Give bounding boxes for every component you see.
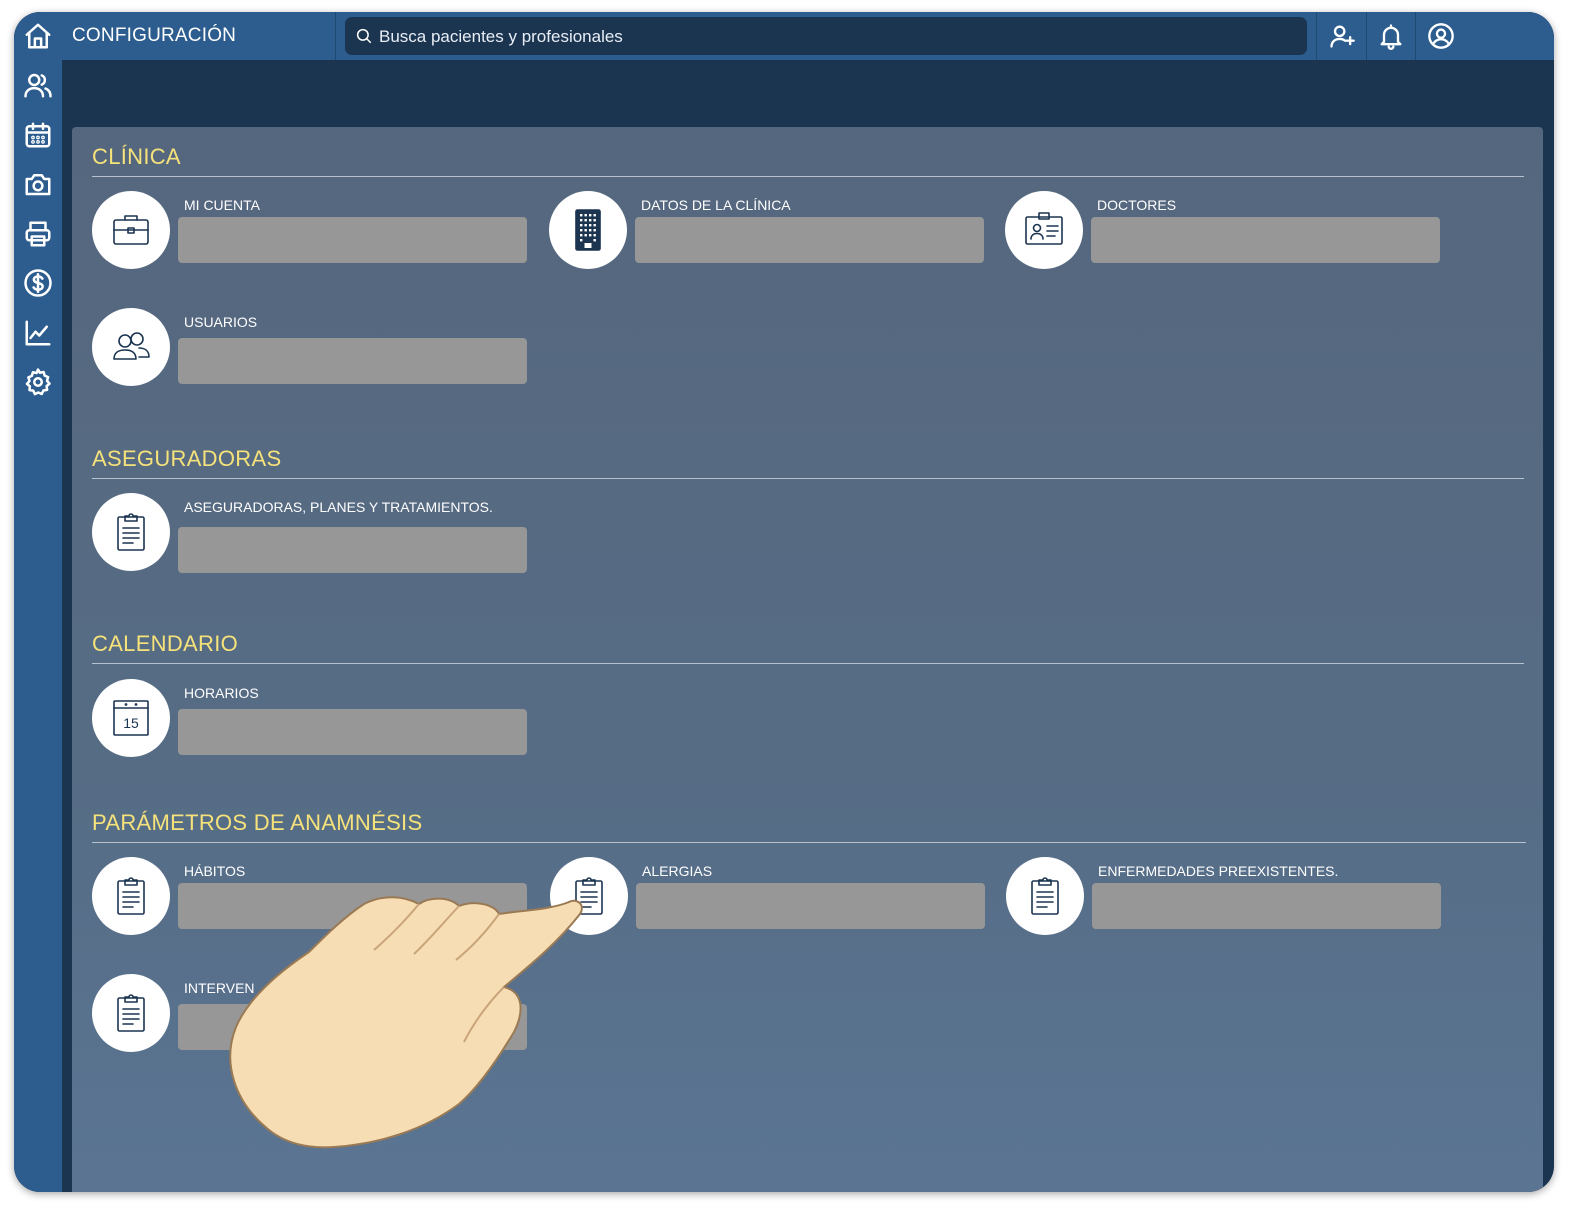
placeholder-bar bbox=[636, 883, 985, 929]
add-user-icon[interactable] bbox=[1318, 12, 1366, 60]
search-input[interactable] bbox=[377, 17, 1281, 57]
search-icon bbox=[356, 28, 372, 44]
mi-cuenta-item[interactable]: MI CUENTA bbox=[92, 191, 532, 271]
item-label: HÁBITOS bbox=[184, 863, 246, 879]
item-label: ALERGIAS bbox=[642, 863, 713, 879]
item-label: DOCTORES bbox=[1097, 197, 1177, 213]
settings-panel: CLÍNICA MI CUENTA DATOS DE LA CLÍNICA DO… bbox=[72, 127, 1543, 1192]
clipboard-icon bbox=[1006, 857, 1084, 935]
clipboard-icon bbox=[92, 974, 170, 1052]
clipboard-icon bbox=[92, 493, 170, 571]
item-label: HORARIOS bbox=[184, 685, 259, 701]
placeholder-bar bbox=[1092, 883, 1441, 929]
id-card-icon bbox=[1005, 191, 1083, 269]
home-icon[interactable] bbox=[20, 18, 56, 54]
placeholder-bar bbox=[178, 1004, 527, 1050]
clipboard-icon bbox=[92, 857, 170, 935]
section-title-clinica: CLÍNICA bbox=[92, 144, 181, 169]
placeholder-bar bbox=[178, 709, 527, 755]
calendar-15-icon: 15 bbox=[92, 679, 170, 757]
item-label: ENFERMEDADES PREEXISTENTES. bbox=[1098, 863, 1339, 879]
printer-icon[interactable] bbox=[20, 216, 56, 252]
section-title-anamnesis: PARÁMETROS DE ANAMNÉSIS bbox=[92, 810, 423, 835]
divider bbox=[92, 176, 1524, 177]
calendar-day-number: 15 bbox=[123, 715, 139, 731]
calendar-icon[interactable] bbox=[20, 117, 56, 153]
sidebar bbox=[14, 12, 62, 1192]
briefcase-icon bbox=[92, 191, 170, 269]
divider bbox=[92, 663, 1524, 664]
placeholder-bar bbox=[178, 883, 527, 929]
alergias-item[interactable]: ALERGIAS bbox=[550, 857, 990, 937]
item-label: INTERVEN bbox=[184, 980, 255, 996]
bell-icon[interactable] bbox=[1367, 12, 1415, 60]
divider bbox=[1316, 12, 1317, 60]
item-label: USUARIOS bbox=[184, 314, 258, 330]
horarios-item[interactable]: 15 HORARIOS bbox=[92, 679, 532, 759]
datos-clinica-item[interactable]: DATOS DE LA CLÍNICA bbox=[549, 191, 989, 271]
doctores-item[interactable]: DOCTORES bbox=[1005, 191, 1445, 271]
users-icon bbox=[92, 308, 170, 386]
building-icon bbox=[549, 191, 627, 269]
placeholder-bar bbox=[178, 527, 527, 573]
section-title-calendario: CALENDARIO bbox=[92, 631, 239, 656]
item-label: MI CUENTA bbox=[184, 197, 260, 213]
divider bbox=[1415, 12, 1416, 60]
search-box[interactable] bbox=[345, 17, 1307, 57]
item-label: DATOS DE LA CLÍNICA bbox=[641, 197, 791, 213]
user-circle-icon[interactable] bbox=[1417, 12, 1465, 60]
usuarios-item[interactable]: USUARIOS bbox=[92, 308, 532, 388]
placeholder-bar bbox=[635, 217, 984, 263]
placeholder-bar bbox=[178, 338, 527, 384]
placeholder-bar bbox=[178, 217, 527, 263]
enfermedades-item[interactable]: ENFERMEDADES PREEXISTENTES. bbox=[1006, 857, 1446, 937]
chart-icon[interactable] bbox=[20, 315, 56, 351]
divider bbox=[92, 478, 1524, 479]
aseguradoras-planes-item[interactable]: ASEGURADORAS, PLANES Y TRATAMIENTOS. bbox=[92, 493, 532, 573]
divider bbox=[335, 12, 336, 60]
gear-icon[interactable] bbox=[20, 364, 56, 400]
dollar-icon[interactable] bbox=[20, 265, 56, 301]
habitos-item[interactable]: HÁBITOS bbox=[92, 857, 532, 937]
users-icon[interactable] bbox=[20, 67, 56, 103]
item-label: ASEGURADORAS, PLANES Y TRATAMIENTOS. bbox=[184, 499, 493, 515]
placeholder-bar bbox=[1091, 217, 1440, 263]
clipboard-icon bbox=[550, 857, 628, 935]
page-title: CONFIGURACIÓN bbox=[72, 25, 237, 46]
section-title-aseguradoras: ASEGURADORAS bbox=[92, 446, 282, 471]
camera-icon[interactable] bbox=[20, 166, 56, 202]
divider bbox=[92, 842, 1526, 843]
top-bar: CONFIGURACIÓN bbox=[62, 12, 1554, 60]
intervenciones-item[interactable]: INTERVEN bbox=[92, 974, 532, 1054]
app-window: CONFIGURACIÓN CLÍNICA MI CUENTA bbox=[14, 12, 1554, 1192]
